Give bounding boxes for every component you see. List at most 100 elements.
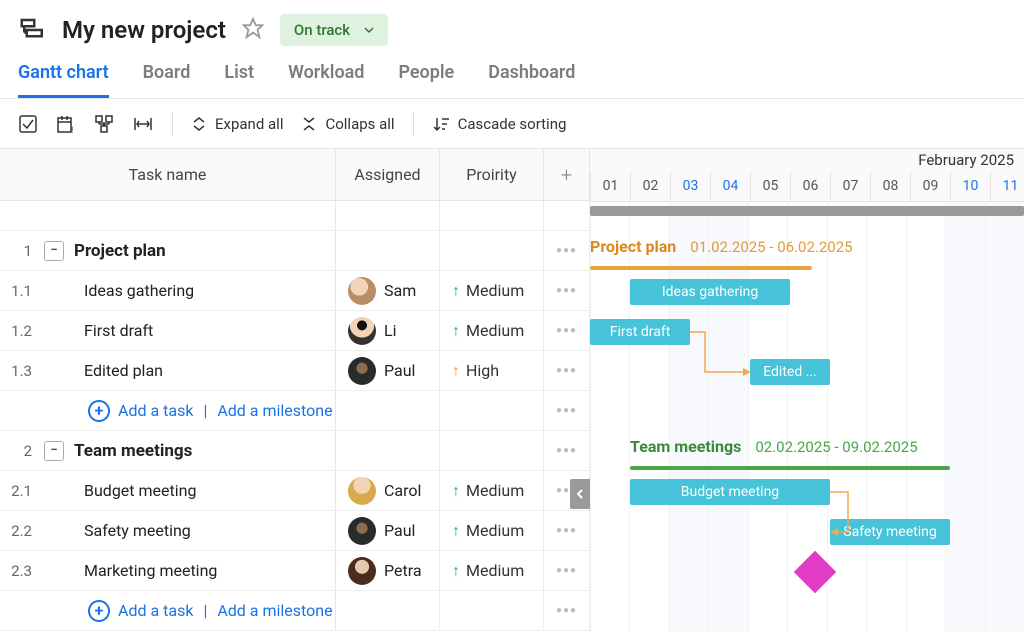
task-row: 1.3 Edited plan Paul ↑ High ●●● — [0, 351, 590, 391]
timeline-day: 07 — [830, 171, 870, 201]
task-name-cell[interactable]: Marketing meeting — [40, 551, 336, 590]
milestone-marker[interactable] — [794, 551, 836, 593]
project-header: My new project On track — [0, 0, 1024, 60]
priority-cell[interactable]: ↑ Medium — [440, 471, 544, 510]
collapse-all-button[interactable]: Collaps all — [301, 115, 394, 133]
timeline-task-row: Edited ... — [590, 352, 1024, 392]
group-name-cell[interactable]: − Team meetings — [40, 431, 336, 470]
priority-label: Medium — [466, 561, 524, 580]
row-index: 1 — [0, 231, 40, 270]
row-actions-button[interactable]: ●●● — [544, 231, 590, 270]
add-plus-icon[interactable]: + — [88, 400, 110, 422]
priority-arrow-icon: ↑ — [452, 521, 460, 541]
tab-board[interactable]: Board — [143, 60, 191, 98]
timeline-overview-scrollbar[interactable] — [590, 206, 1024, 216]
row-actions-button[interactable]: ●●● — [544, 511, 590, 550]
task-name-cell[interactable]: Ideas gathering — [40, 271, 336, 310]
task-bar[interactable]: Budget meeting — [630, 479, 830, 505]
add-milestone-link[interactable]: Add a milestone — [217, 401, 332, 420]
task-name-cell[interactable]: First draft — [40, 311, 336, 350]
timeline-month-label: February 2025 — [590, 149, 1024, 171]
timeline-day: 04 — [710, 171, 750, 201]
toolbar-check-icon[interactable] — [18, 114, 38, 134]
priority-cell[interactable]: ↑ Medium — [440, 511, 544, 550]
row-actions-button[interactable]: ●●● — [544, 551, 590, 590]
add-task-link[interactable]: Add a task — [118, 601, 193, 620]
tab-gantt-chart[interactable]: Gantt chart — [18, 60, 109, 98]
task-bar[interactable]: First draft — [590, 319, 690, 345]
panel-collapse-handle[interactable] — [570, 479, 590, 509]
add-column-button[interactable]: + — [544, 149, 590, 200]
timeline-group-row: Project plan 01.02.2025 - 06.02.2025 — [590, 232, 1024, 272]
avatar — [348, 277, 376, 305]
cascade-sorting-button[interactable]: Cascade sorting — [432, 115, 567, 133]
task-name-cell[interactable]: Safety meeting — [40, 511, 336, 550]
priority-cell[interactable]: ↑ High — [440, 351, 544, 390]
add-task-link[interactable]: Add a task — [118, 401, 193, 420]
assignee-name: Petra — [384, 561, 422, 580]
task-name-cell[interactable]: Edited plan — [40, 351, 336, 390]
timeline-group-bar[interactable] — [590, 266, 812, 270]
project-status-chip[interactable]: On track — [280, 14, 388, 46]
assignee-cell[interactable]: Carol — [336, 471, 440, 510]
add-plus-icon[interactable]: + — [88, 600, 110, 622]
add-milestone-link[interactable]: Add a milestone — [217, 601, 332, 620]
timeline-group-name: Project plan — [590, 237, 676, 256]
toolbar-width-icon[interactable] — [132, 114, 154, 134]
timeline-group-dates: 01.02.2025 - 06.02.2025 — [690, 238, 852, 256]
assignee-cell[interactable]: Li — [336, 311, 440, 350]
priority-cell[interactable]: ↑ Medium — [440, 271, 544, 310]
assignee-cell[interactable]: Petra — [336, 551, 440, 590]
group-name-cell[interactable]: − Project plan — [40, 231, 336, 270]
assignee-name: Sam — [384, 281, 416, 300]
timeline-overview-row — [590, 202, 1024, 232]
timeline-group-bar[interactable] — [630, 466, 950, 470]
priority-label: Medium — [466, 321, 524, 340]
row-actions-button[interactable]: ●●● — [544, 431, 590, 470]
timeline-group-dates: 02.02.2025 - 09.02.2025 — [755, 438, 917, 456]
tab-people[interactable]: People — [398, 60, 454, 98]
timeline-panel: February 2025 0102030405060708091011 Pro… — [590, 149, 1024, 637]
grid-toolbar: ! Expand all Collaps all Cascade sorting — [0, 99, 1024, 149]
row-actions-button[interactable]: ●●● — [544, 351, 590, 390]
priority-cell[interactable]: ↑ Medium — [440, 311, 544, 350]
priority-label: Medium — [466, 281, 524, 300]
assignee-name: Li — [384, 321, 397, 340]
timeline-day: 06 — [790, 171, 830, 201]
col-header-priority: Proirity — [440, 149, 544, 200]
project-icon — [18, 15, 48, 45]
timeline-day: 09 — [910, 171, 950, 201]
assignee-cell[interactable]: Sam — [336, 271, 440, 310]
tab-workload[interactable]: Workload — [288, 60, 364, 98]
row-actions-button[interactable]: ●●● — [544, 311, 590, 350]
avatar — [348, 477, 376, 505]
task-row: 2.1 Budget meeting Carol ↑ Medium ●●● — [0, 471, 590, 511]
avatar — [348, 317, 376, 345]
toolbar-calendar-icon[interactable]: ! — [56, 114, 76, 134]
timeline-task-row: Ideas gathering — [590, 272, 1024, 312]
toolbar-hierarchy-icon[interactable] — [94, 114, 114, 134]
timeline-empty-row — [590, 392, 1024, 432]
priority-arrow-icon: ↑ — [452, 321, 460, 341]
tab-dashboard[interactable]: Dashboard — [488, 60, 575, 98]
collapse-toggle[interactable]: − — [44, 241, 64, 261]
tab-list[interactable]: List — [224, 60, 254, 98]
group-row: 1 − Project plan ●●● — [0, 231, 590, 271]
task-name-cell[interactable]: Budget meeting — [40, 471, 336, 510]
timeline-day-header: 0102030405060708091011 — [590, 171, 1024, 201]
assignee-cell[interactable]: Paul — [336, 351, 440, 390]
add-task-row: + Add a task | Add a milestone ●●● — [0, 391, 590, 431]
task-bar[interactable]: Ideas gathering — [630, 279, 790, 305]
task-bar[interactable]: Edited ... — [750, 359, 830, 385]
favorite-star-button[interactable] — [240, 15, 266, 45]
add-task-row: + Add a task | Add a milestone ●●● — [0, 591, 590, 631]
row-actions-button[interactable]: ●●● — [544, 271, 590, 310]
assignee-cell[interactable]: Paul — [336, 511, 440, 550]
row-actions-button[interactable]: ●●● — [544, 391, 590, 430]
task-bar[interactable]: Safety meeting — [830, 519, 950, 545]
row-index: 1.2 — [0, 311, 40, 350]
expand-all-button[interactable]: Expand all — [191, 115, 283, 133]
collapse-toggle[interactable]: − — [44, 441, 64, 461]
priority-cell[interactable]: ↑ Medium — [440, 551, 544, 590]
row-actions-button[interactable]: ●●● — [544, 591, 590, 630]
